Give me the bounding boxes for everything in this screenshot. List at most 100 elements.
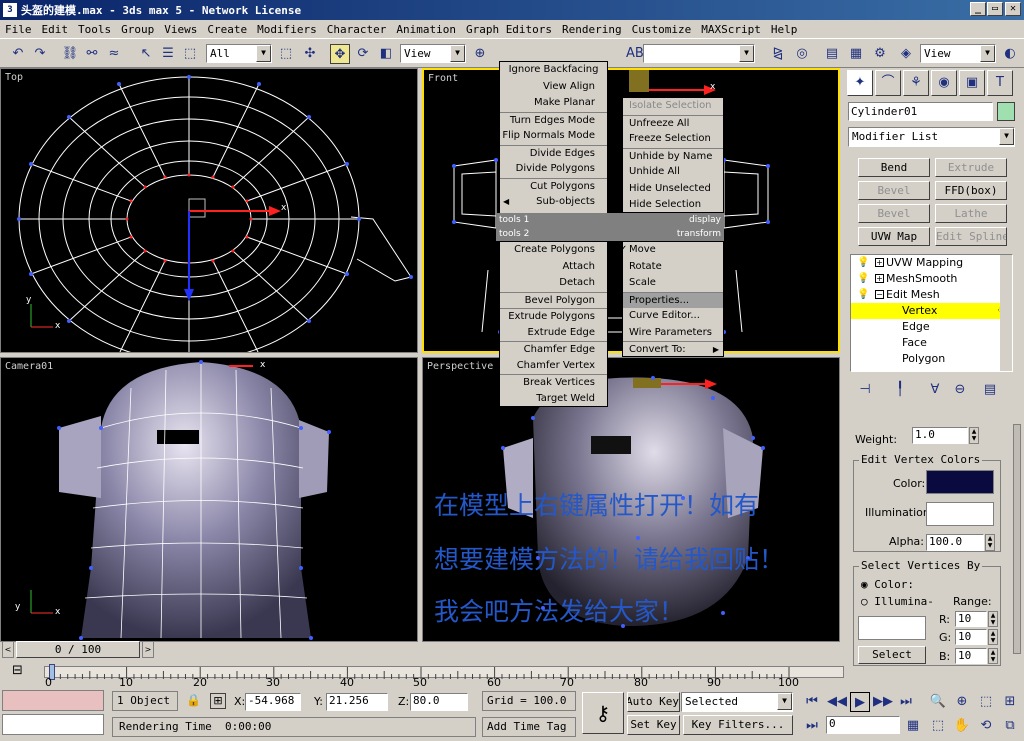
hierarchy-tab-icon[interactable]: ⚘ — [903, 70, 929, 96]
stack-scrollbar[interactable] — [1000, 255, 1012, 371]
range-r-field[interactable]: 10 — [955, 611, 987, 627]
panel-scrollbar[interactable] — [1013, 424, 1021, 654]
reference-coordinate-dropdown[interactable]: View ▼ — [400, 44, 466, 63]
bind-space-warp-icon[interactable]: ≈ — [104, 44, 124, 64]
isolate-selection-item[interactable]: Isolate Selection — [623, 98, 723, 115]
utilities-tab-icon[interactable]: T — [987, 70, 1013, 96]
weight-spinner[interactable]: ▲ ▼ — [969, 427, 979, 444]
stack-item-polygon[interactable]: Polygon — [851, 351, 1012, 367]
menu-graph-editors[interactable]: Graph Editors — [461, 23, 557, 36]
time-prev-icon[interactable]: < — [2, 641, 14, 658]
close-button[interactable]: ✕ — [1005, 2, 1021, 16]
wire-parameters-item[interactable]: Wire Parameters — [623, 325, 723, 342]
play-icon[interactable]: ▶ — [850, 692, 870, 712]
track-ruler[interactable] — [44, 666, 844, 679]
stack-item-face[interactable]: Face — [851, 335, 1012, 351]
key-filters-button[interactable]: Key Filters... — [683, 715, 793, 735]
named-selection-dropdown[interactable]: ▼ — [643, 44, 755, 63]
show-end-result-icon[interactable]: ╿ — [890, 380, 910, 400]
break-vertices-item[interactable]: Break Vertices — [500, 374, 607, 391]
menu-group[interactable]: Group — [116, 23, 159, 36]
chamfer-edge-item[interactable]: Chamfer Edge — [500, 341, 607, 358]
illumination-swatch[interactable] — [926, 502, 994, 526]
zoom-all-icon[interactable]: ⊕ — [952, 692, 972, 712]
lightbulb-icon[interactable]: 💡 — [857, 287, 869, 303]
set-key-icon[interactable]: ⚷ — [582, 692, 624, 734]
lathe-button[interactable]: Lathe — [935, 204, 1007, 223]
object-name-field[interactable]: Cylinder01 — [848, 102, 993, 121]
undo-icon[interactable]: ↶ — [8, 44, 28, 64]
quick-render-icon[interactable]: ◐ — [1000, 44, 1020, 64]
pin-stack-icon[interactable]: ⊣ — [855, 380, 875, 400]
zoom-icon[interactable]: 🔍 — [928, 692, 948, 712]
menu-views[interactable]: Views — [159, 23, 202, 36]
motion-tab-icon[interactable]: ◉ — [931, 70, 957, 96]
unfreeze-all-item[interactable]: Unfreeze All — [623, 114, 723, 132]
menu-file[interactable]: File — [0, 23, 37, 36]
time-config-icon[interactable]: ▦ — [903, 716, 923, 736]
bevel-button[interactable]: Bevel — [858, 181, 930, 200]
render-scene-icon[interactable]: ◈ — [896, 44, 916, 64]
hide-unselected-item[interactable]: Hide Unselected — [623, 181, 723, 198]
bevel-polygon-item[interactable]: Bevel Polygon — [500, 291, 607, 309]
go-to-start-icon[interactable]: ⏮ — [802, 692, 822, 712]
properties-item[interactable]: Properties... — [623, 291, 723, 308]
sub-objects-item[interactable]: ◀ Sub-objects — [500, 194, 607, 211]
key-mode-toggle-icon[interactable]: ⏭ — [802, 716, 822, 736]
menu-help[interactable]: Help — [766, 23, 803, 36]
unlink-icon[interactable]: ⚯ — [82, 44, 102, 64]
set-key-button[interactable]: Set Key — [627, 715, 680, 735]
select-object-icon[interactable]: ↖ — [136, 44, 156, 64]
freeze-selection-item[interactable]: Freeze Selection — [623, 131, 723, 148]
menu-customize[interactable]: Customize — [627, 23, 697, 36]
menu-tools[interactable]: Tools — [73, 23, 116, 36]
expand-icon[interactable]: + — [875, 258, 884, 267]
rotate-icon[interactable]: ⟳ — [353, 44, 373, 64]
prev-frame-icon[interactable]: ◀◀ — [827, 692, 847, 712]
select-color-swatch[interactable] — [858, 616, 926, 640]
stack-item-uvw-mapping[interactable]: 💡 + UVW Mapping — [851, 255, 1012, 271]
maxscript-listener-pink[interactable] — [2, 690, 104, 711]
modify-tab-icon[interactable]: ⌒ — [875, 70, 901, 96]
select-manipulate-icon[interactable]: ✣ — [300, 44, 320, 64]
viewport-camera[interactable]: Camera01 x y x — [0, 357, 418, 642]
time-next-icon[interactable]: > — [142, 641, 154, 658]
turn-edges-mode-item[interactable]: Turn Edges Mode — [500, 111, 607, 129]
key-mode-dropdown[interactable]: Selected ▼ — [681, 692, 793, 712]
menu-modifiers[interactable]: Modifiers — [252, 23, 322, 36]
cut-polygons-item[interactable]: Cut Polygons — [500, 177, 607, 195]
lightbulb-icon[interactable]: 💡 — [857, 271, 869, 287]
attach-item[interactable]: Attach — [500, 259, 607, 276]
menu-character[interactable]: Character — [322, 23, 392, 36]
chamfer-vertex-item[interactable]: Chamfer Vertex — [500, 358, 607, 375]
arc-rotate-icon[interactable]: ⟲ — [976, 716, 996, 736]
collapse-icon[interactable]: − — [875, 290, 884, 299]
create-tab-icon[interactable]: ✦ — [847, 70, 873, 96]
weight-field[interactable]: 1.0 — [912, 427, 968, 444]
unhide-by-name-item[interactable]: Unhide by Name — [623, 147, 723, 165]
move-item[interactable]: ✓ Move — [619, 242, 723, 259]
make-planar-item[interactable]: Make Planar — [500, 95, 607, 112]
make-unique-icon[interactable]: ∀ — [925, 380, 945, 400]
radio-illumination[interactable]: ○ Illumina- — [861, 595, 934, 608]
region-zoom-icon[interactable]: ⬚ — [928, 716, 948, 736]
extrude-button[interactable]: Extrude — [935, 158, 1007, 177]
range-g-spinner[interactable]: ▲ ▼ — [988, 629, 998, 645]
menu-edit[interactable]: Edit — [37, 23, 74, 36]
stack-item-meshsmooth[interactable]: 💡 + MeshSmooth — [851, 271, 1012, 287]
next-frame-icon[interactable]: ▶▶ — [873, 692, 893, 712]
unhide-all-item[interactable]: Unhide All — [623, 164, 723, 181]
align-icon[interactable]: ◎ — [792, 44, 812, 64]
y-field[interactable]: 21.256 — [326, 693, 388, 711]
uvw-map-button[interactable]: UVW Map — [858, 227, 930, 246]
object-color-swatch[interactable] — [997, 102, 1015, 121]
viewport-label[interactable]: Front — [428, 73, 458, 84]
alpha-field[interactable]: 100.0 — [926, 534, 984, 551]
schematic-view-icon[interactable]: ▦ — [846, 44, 866, 64]
minimize-button[interactable]: _ — [970, 2, 986, 16]
stack-item-vertex[interactable]: Vertex⁘ — [851, 303, 1012, 319]
select-by-name-icon[interactable]: ☰ — [158, 44, 178, 64]
zoom-extents-icon[interactable]: ⬚ — [976, 692, 996, 712]
detach-item[interactable]: Detach — [500, 275, 607, 292]
flip-normals-mode-item[interactable]: Flip Normals Mode — [500, 128, 607, 145]
